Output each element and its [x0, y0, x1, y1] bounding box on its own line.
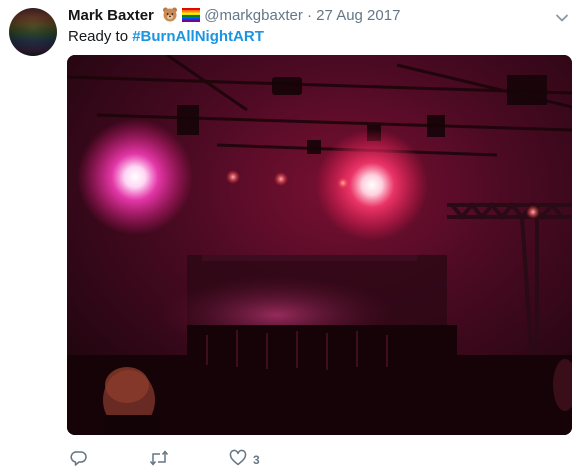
reply-icon: [70, 449, 88, 472]
rainbow-flag-icon: [182, 8, 201, 28]
tweet-actions: 3: [0, 449, 582, 472]
tweet-text: Ready to #BurnAllNightART: [68, 27, 264, 47]
tweet-date[interactable]: 27 Aug 2017: [316, 7, 400, 24]
tweet-header: Mark Baxter @markgbaxter · 27 Aug 2017: [68, 6, 400, 28]
tweet-photo[interactable]: [67, 55, 572, 435]
bear-face-icon: [162, 6, 178, 28]
author-name[interactable]: Mark Baxter: [68, 7, 154, 24]
like-count: 3: [253, 453, 260, 467]
avatar[interactable]: [9, 8, 57, 56]
tweet-text-prefix: Ready to: [68, 28, 133, 45]
retweet-icon: [149, 449, 169, 472]
author-handle[interactable]: @markgbaxter: [204, 7, 303, 24]
reply-button[interactable]: [70, 450, 88, 470]
retweet-button[interactable]: [149, 449, 169, 472]
hashtag-link[interactable]: #BurnAllNightART: [132, 28, 264, 45]
heart-icon: [229, 449, 247, 472]
chevron-down-icon[interactable]: [552, 8, 572, 28]
like-button[interactable]: 3: [229, 449, 260, 472]
separator-dot: ·: [307, 7, 312, 24]
